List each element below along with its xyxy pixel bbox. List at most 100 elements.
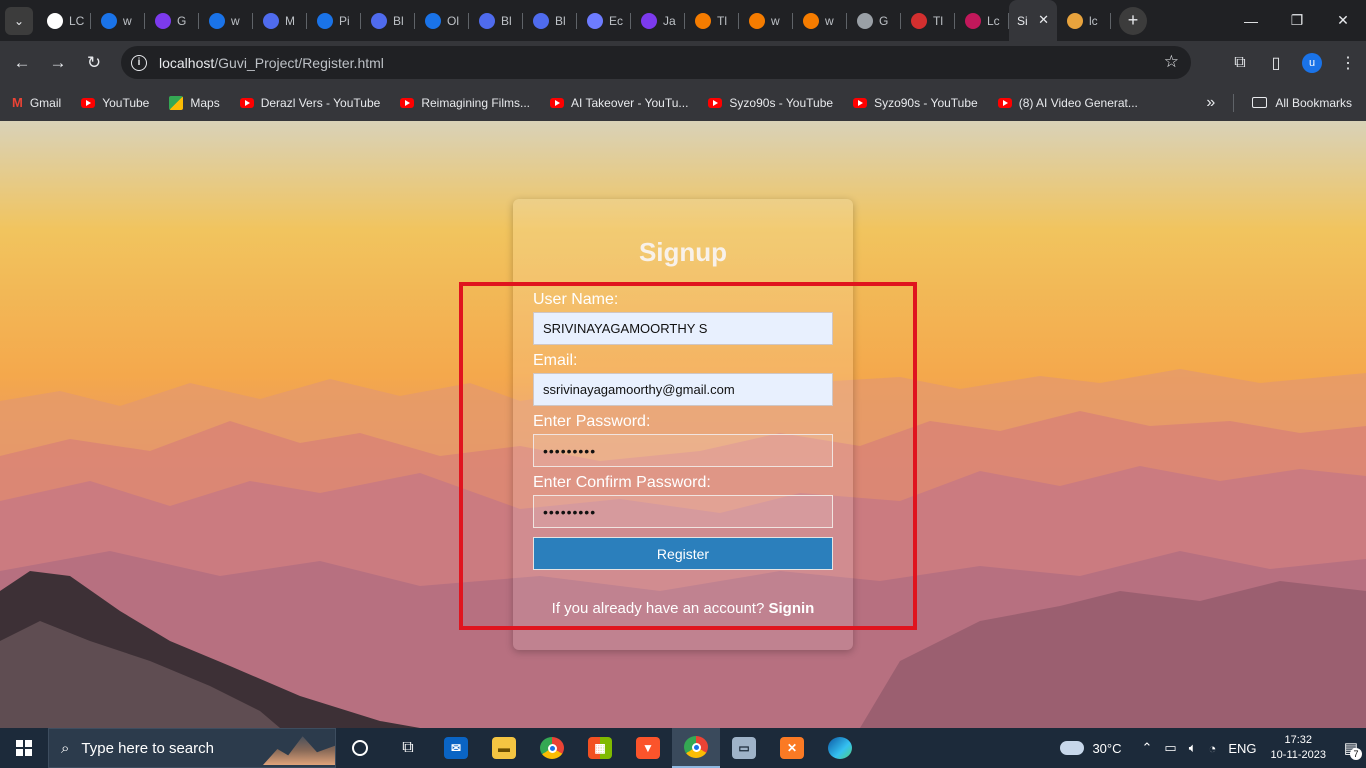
browser-tab[interactable]: Lc	[955, 0, 1009, 41]
browser-tab[interactable]: Tl	[901, 0, 955, 41]
globe-icon	[857, 12, 873, 29]
reload-icon: ↻	[86, 52, 102, 72]
weather-widget[interactable]: 30°C	[1057, 736, 1122, 756]
bookmark-label: AI Takeover - YouTu...	[571, 95, 689, 110]
bookmark-label: Gmail	[29, 95, 62, 110]
system-tray: 30°C ⌃ ▭ 🔈︎ ◔ ENG 17:32 10-11-2023 ▤ 7	[1057, 728, 1366, 768]
menu-kebab-icon[interactable]: ⋮	[1330, 45, 1366, 81]
cortana-icon[interactable]	[336, 728, 384, 768]
browser-tab[interactable]: G	[847, 0, 901, 41]
browser-tab[interactable]: LC	[37, 0, 91, 41]
clock-time: 17:32	[1284, 734, 1313, 746]
tab-title: G	[177, 13, 187, 28]
tab-search-button[interactable]: ⌄	[5, 6, 33, 35]
bookmark-label: YouTube	[102, 95, 150, 110]
bookmark-label: Syzo90s - YouTube	[874, 95, 978, 110]
store-icon[interactable]: ▦	[576, 728, 624, 768]
bookmark-item[interactable]: Syzo90s - YouTube	[853, 95, 978, 110]
url-path: /Guvi_Project/Register.html	[214, 54, 384, 71]
browser-tab[interactable]: w	[793, 0, 847, 41]
browser-tab[interactable]: M	[253, 0, 307, 41]
tab-title: Bl	[393, 13, 404, 28]
browser-tab[interactable]: G	[145, 0, 199, 41]
side-panel-icon[interactable]: ▯	[1258, 45, 1294, 81]
browser-tab[interactable]: Ja	[631, 0, 685, 41]
battery-icon[interactable]: ▭	[1164, 740, 1176, 756]
youtube-icon	[81, 97, 96, 108]
minimize-button[interactable]: —	[1228, 0, 1274, 41]
brave-icon[interactable]: ▼	[624, 728, 672, 768]
bookmarks-bar: M Gmail YouTube Maps Derazl Vers - YouTube Re…	[0, 84, 1366, 121]
avatar: u	[1302, 52, 1322, 73]
weather-temp: 30°C	[1092, 740, 1122, 756]
browser-tab[interactable]: Pi	[307, 0, 361, 41]
browser-tab[interactable]: w	[199, 0, 253, 41]
chrome-profile-icon[interactable]	[672, 728, 720, 768]
bookmarks-overflow-button[interactable]: »	[1206, 94, 1215, 112]
bookmark-item[interactable]: YouTube	[81, 95, 149, 110]
profile-button[interactable]: u	[1294, 45, 1330, 81]
task-view-icon[interactable]: ⧉	[384, 728, 432, 768]
bookmark-star-icon[interactable]: ☆	[1164, 52, 1179, 72]
file-explorer-icon[interactable]: ▬	[480, 728, 528, 768]
url-text[interactable]: localhost/Guvi_Project/Register.html	[159, 55, 384, 71]
page-title: Signup	[638, 237, 728, 267]
start-button[interactable]	[0, 728, 48, 768]
doc-icon	[263, 12, 279, 29]
xampp-icon[interactable]: ✕	[768, 728, 816, 768]
tl-icon	[803, 12, 819, 29]
chrome-icon[interactable]	[528, 728, 576, 768]
language-indicator[interactable]: ENG	[1228, 741, 1256, 756]
remote-desktop-icon[interactable]: ▭	[720, 728, 768, 768]
bookmark-item[interactable]: Maps	[169, 95, 220, 110]
page-viewport: Signup User Name: SRIVINAYAGAMOORTHY S E…	[0, 121, 1366, 728]
tl-icon	[749, 12, 765, 29]
bookmark-item[interactable]: Syzo90s - YouTube	[708, 95, 833, 110]
bookmark-label: Maps	[190, 95, 220, 110]
address-bar[interactable]: i localhost/Guvi_Project/Register.html ☆	[121, 46, 1191, 79]
divider	[1233, 93, 1235, 112]
browser-tab[interactable]: Ol	[415, 0, 469, 41]
taskbar-search-box[interactable]: ⌕ Type here to search	[48, 728, 336, 768]
browser-tab[interactable]: w	[91, 0, 145, 41]
site-info-icon[interactable]: i	[131, 54, 147, 71]
notifications-button[interactable]: ▤ 7	[1336, 728, 1366, 768]
bookmark-item[interactable]: Derazl Vers - YouTube	[239, 95, 380, 110]
j-icon	[641, 12, 657, 29]
extensions-icon[interactable]: ⧉	[1222, 45, 1258, 81]
all-bookmarks-button[interactable]: All Bookmarks	[1252, 96, 1352, 110]
bookmark-item[interactable]: (8) AI Video Generat...	[997, 95, 1138, 110]
browser-tab[interactable]: Bl	[361, 0, 415, 41]
browser-tab[interactable]: w	[739, 0, 793, 41]
tab-title: Tl	[717, 13, 727, 28]
url-host: localhost	[159, 54, 215, 71]
tab-title: Si	[1017, 13, 1028, 28]
close-tab-icon[interactable]: ✕	[1038, 12, 1049, 28]
back-button[interactable]: ←	[4, 45, 40, 81]
tab-title: Bl	[501, 13, 512, 28]
wifi-icon[interactable]: ◔	[1209, 741, 1217, 756]
reload-button[interactable]: ↻	[76, 45, 112, 81]
browser-tab[interactable]: Tl	[685, 0, 739, 41]
bookmark-item[interactable]: AI Takeover - YouTu...	[550, 95, 688, 110]
clock[interactable]: 17:32 10-11-2023	[1271, 733, 1326, 763]
browser-tab[interactable]: Bl	[469, 0, 523, 41]
tab-title: lc	[1089, 13, 1098, 28]
all-bookmarks-label: All Bookmarks	[1275, 95, 1352, 110]
mail-icon[interactable]: ✉	[432, 728, 480, 768]
browser-tab[interactable]: Bl	[523, 0, 577, 41]
edge-icon[interactable]	[816, 728, 864, 768]
chevron-up-icon[interactable]: ⌃	[1142, 740, 1153, 756]
browser-tab[interactable]: Ec	[577, 0, 631, 41]
tab-title: Pi	[339, 13, 350, 28]
forward-button[interactable]: →	[40, 45, 76, 81]
bookmark-item[interactable]: Reimagining Films...	[400, 95, 530, 110]
close-window-button[interactable]: ✕	[1320, 0, 1366, 41]
tab-active-signup[interactable]: Si ✕	[1009, 0, 1057, 41]
volume-icon[interactable]: 🔈︎	[1189, 740, 1197, 756]
new-tab-button[interactable]: +	[1119, 6, 1147, 35]
browser-tab[interactable]: lc	[1057, 0, 1111, 41]
restore-button[interactable]: ❐	[1274, 0, 1320, 41]
bookmark-item[interactable]: M Gmail	[12, 95, 61, 110]
tab-strip: ⌄ LC w Gw M Pi Bl Ol Bl Bl Ec Ja Tl w w G Tl Lc Si ✕ lc …	[0, 0, 1366, 41]
